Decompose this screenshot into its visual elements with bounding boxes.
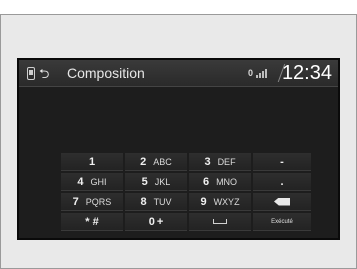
key-letters: TUV: [153, 196, 172, 207]
key-digit: 7: [72, 195, 79, 208]
header-bar: ⮌ Composition 0 12:34: [19, 60, 338, 87]
space-button[interactable]: [189, 213, 251, 231]
key-symbol: -: [280, 155, 284, 168]
keypad: 1 2 ABC 3 DEF - 4 GHI 5 JKL 6 MNO . 7 PQ…: [61, 153, 319, 231]
key-0[interactable]: 0 +: [125, 213, 187, 231]
header-icons: ⮌: [27, 65, 49, 81]
key-8[interactable]: 8 TUV: [125, 193, 187, 211]
key-3[interactable]: 3 DEF: [189, 153, 251, 171]
key-2[interactable]: 2 ABC: [125, 153, 187, 171]
execute-label: Exécuté: [271, 218, 293, 225]
key-letters: JKL: [154, 176, 171, 187]
back-icon[interactable]: ⮌: [39, 67, 49, 80]
key-dot[interactable]: .: [253, 173, 311, 191]
key-5[interactable]: 5 JKL: [125, 173, 187, 191]
key-digit: 9: [200, 195, 207, 208]
key-6[interactable]: 6 MNO: [189, 173, 251, 191]
execute-button[interactable]: Exécuté: [253, 213, 311, 231]
status-indicator: 0: [248, 68, 268, 78]
status-text: 0: [248, 68, 254, 78]
signal-strength-icon: [256, 69, 268, 78]
key-star-hash[interactable]: * #: [61, 213, 123, 231]
key-symbol: .: [280, 175, 284, 188]
space-icon: [213, 219, 227, 224]
phone-screen: ⮌ Composition 0 12:34 1 2 ABC 3 DEF - 4 …: [17, 58, 340, 240]
key-digit: 3: [204, 155, 211, 168]
backspace-button[interactable]: [253, 193, 311, 211]
key-dash[interactable]: -: [253, 153, 311, 171]
key-digit: 6: [202, 175, 210, 188]
key-letters: DEF: [217, 156, 236, 167]
key-7[interactable]: 7 PQRS: [61, 193, 123, 211]
page-title: Composition: [67, 65, 145, 81]
key-digit: 1: [88, 155, 96, 168]
clock: 12:34: [281, 62, 332, 84]
key-digit: 0: [148, 215, 155, 228]
key-symbol: * #: [85, 215, 99, 228]
key-4[interactable]: 4 GHI: [61, 173, 123, 191]
phone-icon: [27, 66, 35, 80]
key-digit: 5: [141, 175, 148, 188]
key-letters: GHI: [90, 176, 107, 187]
key-letters: PQRS: [85, 196, 112, 207]
key-digit: 8: [140, 195, 147, 208]
key-digit: 4: [77, 175, 84, 188]
key-letters: WXYZ: [213, 196, 240, 207]
page-frame: ⮌ Composition 0 12:34 1 2 ABC 3 DEF - 4 …: [0, 14, 357, 269]
key-letters: ABC: [153, 156, 172, 167]
key-letters: +: [156, 215, 164, 228]
key-digit: 2: [140, 155, 147, 168]
key-9[interactable]: 9 WXYZ: [189, 193, 251, 211]
backspace-icon: [274, 197, 290, 206]
key-1[interactable]: 1: [61, 153, 123, 171]
key-letters: MNO: [216, 176, 238, 187]
